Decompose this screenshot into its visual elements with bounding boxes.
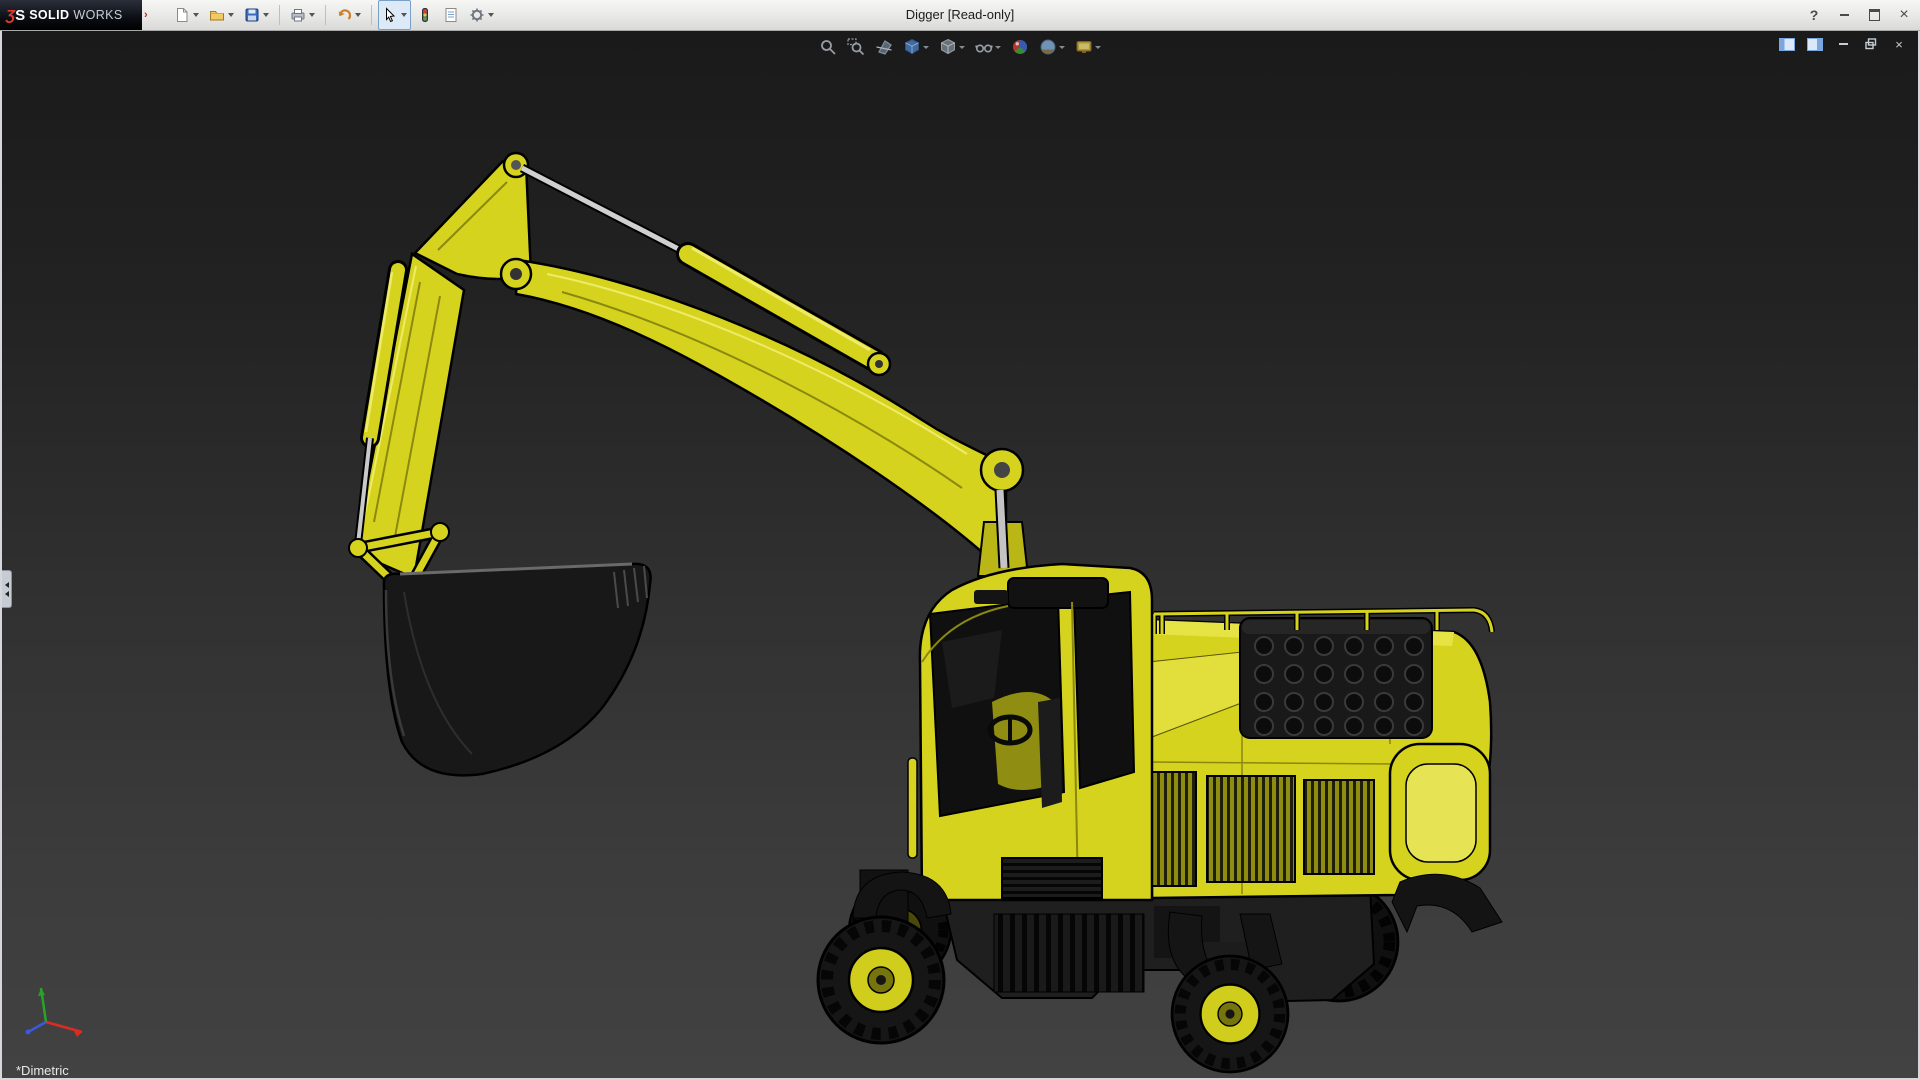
dropdown-caret-icon[interactable] <box>488 13 494 17</box>
heads-up-view-toolbar <box>817 36 1103 58</box>
feature-pane-collapse-tab[interactable] <box>2 570 12 608</box>
graphics-viewport[interactable]: × <box>2 30 1918 1078</box>
save-button[interactable] <box>240 0 273 30</box>
child-restore-icon <box>1865 38 1877 50</box>
triad-z-axis <box>28 1022 46 1032</box>
section-view-icon <box>875 38 893 56</box>
save-floppy-icon <box>244 7 260 23</box>
options-gear-icon <box>469 7 485 23</box>
rebuild-button[interactable] <box>413 0 437 30</box>
open-button[interactable] <box>205 0 238 30</box>
section-view-button[interactable] <box>873 36 895 58</box>
main-toolbar <box>170 0 498 30</box>
digger-model[interactable] <box>2 30 1918 1078</box>
toolbar-separator <box>325 5 326 25</box>
dropdown-caret-icon[interactable] <box>401 13 407 17</box>
maximize-icon <box>1869 9 1880 21</box>
zoom-to-area-button[interactable] <box>845 36 867 58</box>
brand-name-bold: SOLID <box>29 8 69 22</box>
child-restore-button[interactable] <box>1862 36 1880 52</box>
display-style-button[interactable] <box>937 36 967 58</box>
view-orientation-cube-icon <box>903 38 921 56</box>
zoom-to-area-icon <box>847 38 865 56</box>
apply-scene-icon <box>1039 38 1057 56</box>
dassault-3ds-icon: ƷS <box>6 7 25 24</box>
display-style-cube-icon <box>939 38 957 56</box>
menu-expand-chevron-icon[interactable]: › <box>144 9 156 21</box>
help-button[interactable]: ? <box>1806 7 1822 23</box>
dropdown-caret-icon[interactable] <box>959 46 965 49</box>
dropdown-caret-icon[interactable] <box>228 13 234 17</box>
child-minimize-button[interactable] <box>1834 36 1852 52</box>
new-document-icon <box>174 7 190 23</box>
apply-scene-button[interactable] <box>1037 36 1067 58</box>
close-button[interactable]: × <box>1896 7 1912 23</box>
rebuild-traffic-light-icon <box>417 7 433 23</box>
dropdown-caret-icon[interactable] <box>1095 46 1101 49</box>
options-button[interactable] <box>465 0 498 30</box>
collapse-arrow-icon <box>5 591 9 597</box>
file-properties-button[interactable] <box>439 0 463 30</box>
pane-toggle-left-button[interactable] <box>1778 36 1796 52</box>
pane-left-icon <box>1779 38 1795 51</box>
toolbar-separator <box>371 5 372 25</box>
undo-arrow-icon <box>336 7 352 23</box>
document-window-controls: × <box>1778 36 1908 52</box>
edit-appearance-sphere-icon <box>1011 38 1029 56</box>
child-minimize-icon <box>1839 43 1848 45</box>
zoom-to-fit-button[interactable] <box>817 36 839 58</box>
view-settings-button[interactable] <box>1073 36 1103 58</box>
reference-triad[interactable] <box>16 982 106 1052</box>
toolbar-separator <box>279 5 280 25</box>
collapse-arrow-icon <box>5 582 9 588</box>
view-settings-icon <box>1075 38 1093 56</box>
dropdown-caret-icon[interactable] <box>309 13 315 17</box>
new-document-button[interactable] <box>170 0 203 30</box>
select-button[interactable] <box>378 0 411 30</box>
dropdown-caret-icon[interactable] <box>1059 46 1065 49</box>
dropdown-caret-icon[interactable] <box>923 46 929 49</box>
dropdown-caret-icon[interactable] <box>193 13 199 17</box>
child-close-button[interactable]: × <box>1890 36 1908 52</box>
print-icon <box>290 7 306 23</box>
hide-show-items-button[interactable] <box>973 36 1003 58</box>
hide-show-glasses-icon <box>975 38 993 56</box>
dropdown-caret-icon[interactable] <box>995 46 1001 49</box>
pane-right-icon <box>1807 38 1823 51</box>
zoom-to-fit-icon <box>819 38 837 56</box>
triad-x-axis <box>46 1022 82 1032</box>
dropdown-caret-icon[interactable] <box>355 13 361 17</box>
title-bar: ƷS SOLID WORKS › <box>0 0 1920 31</box>
view-orientation-label: *Dimetric <box>16 1063 69 1078</box>
select-cursor-icon <box>382 7 398 23</box>
dropdown-caret-icon[interactable] <box>263 13 269 17</box>
file-properties-icon <box>443 7 459 23</box>
minimize-icon <box>1840 14 1849 16</box>
solidworks-logo: ƷS SOLID WORKS <box>0 0 142 30</box>
maximize-button[interactable] <box>1866 7 1882 23</box>
edit-appearance-button[interactable] <box>1009 36 1031 58</box>
view-orientation-button[interactable] <box>901 36 931 58</box>
pane-toggle-right-button[interactable] <box>1806 36 1824 52</box>
brand-name-light: WORKS <box>73 8 122 22</box>
open-folder-icon <box>209 7 225 23</box>
print-button[interactable] <box>286 0 319 30</box>
undo-button[interactable] <box>332 0 365 30</box>
child-close-icon: × <box>1895 37 1903 52</box>
minimize-button[interactable] <box>1836 7 1852 23</box>
